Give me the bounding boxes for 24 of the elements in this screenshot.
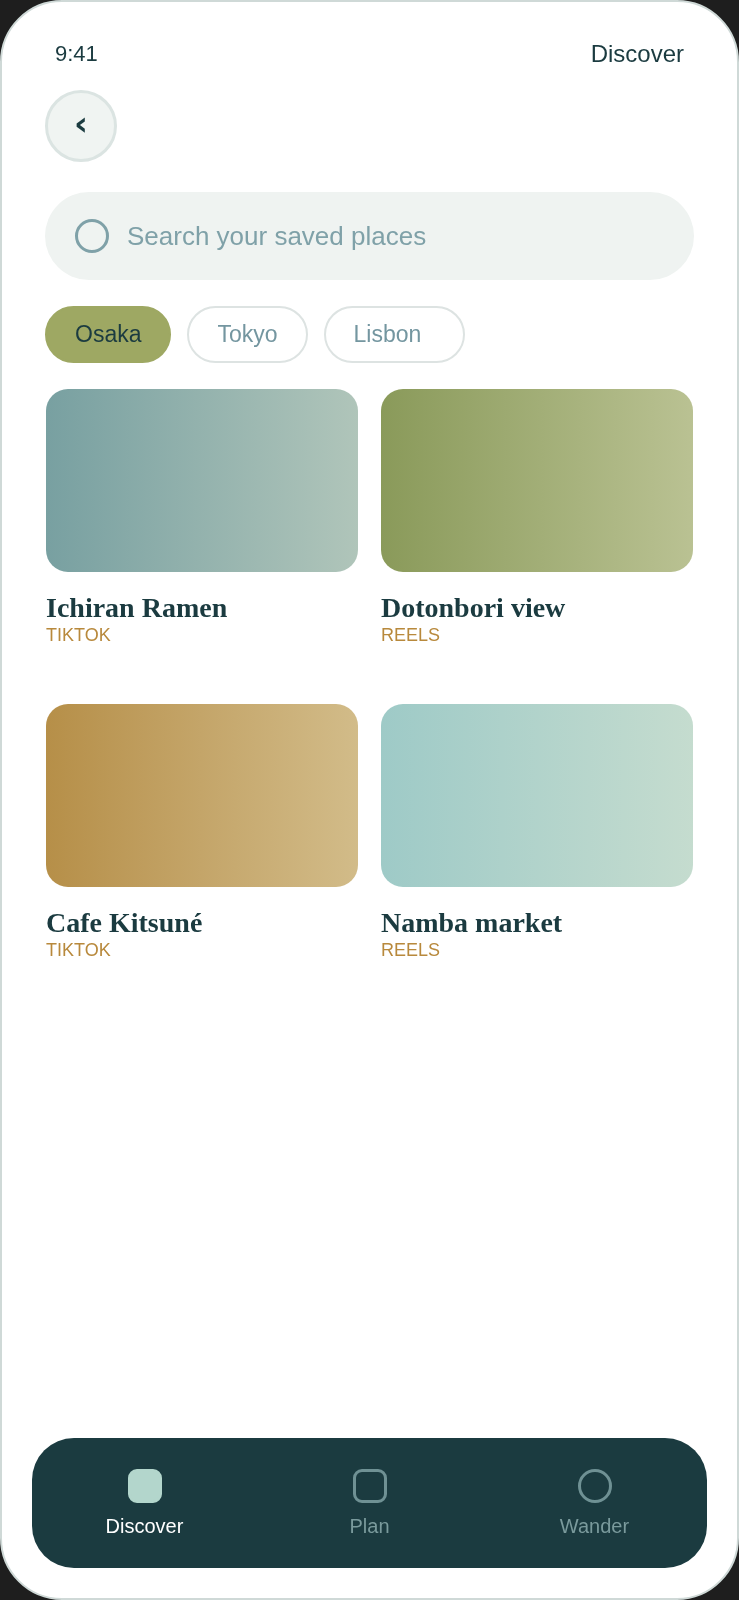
place-source: TIKTOK <box>46 939 112 961</box>
tab-bar-item[interactable]: Discover <box>32 1467 257 1539</box>
search-icon <box>75 219 109 253</box>
place-source: REELS <box>381 939 442 961</box>
place-title: Ichiran Ramen <box>46 592 229 624</box>
thumbnail[interactable] <box>381 389 693 572</box>
place-title: Dotonbori view <box>381 592 567 624</box>
place-title: Namba market <box>381 907 564 939</box>
tab-bar-item[interactable]: Wander <box>482 1467 707 1539</box>
search-field[interactable]: Search your saved places <box>45 192 694 280</box>
thumbnail[interactable] <box>46 704 358 887</box>
screen-title: Discover <box>590 40 684 68</box>
place-source: REELS <box>381 624 442 646</box>
tab-bar-item[interactable]: Plan <box>257 1467 482 1539</box>
filter-chip[interactable]: Osaka <box>45 306 172 363</box>
thumbnail[interactable] <box>46 389 358 572</box>
back-button[interactable]: ‹ <box>45 90 117 162</box>
place-title: Cafe Kitsuné <box>46 907 204 939</box>
filter-chip[interactable]: Lisbon <box>323 306 466 363</box>
status-time: 9:41 <box>55 41 98 67</box>
place-source: TIKTOK <box>46 624 112 646</box>
thumbnail[interactable] <box>381 704 693 887</box>
circle-icon <box>577 1468 612 1503</box>
filter-chip[interactable]: Tokyo <box>187 306 308 363</box>
